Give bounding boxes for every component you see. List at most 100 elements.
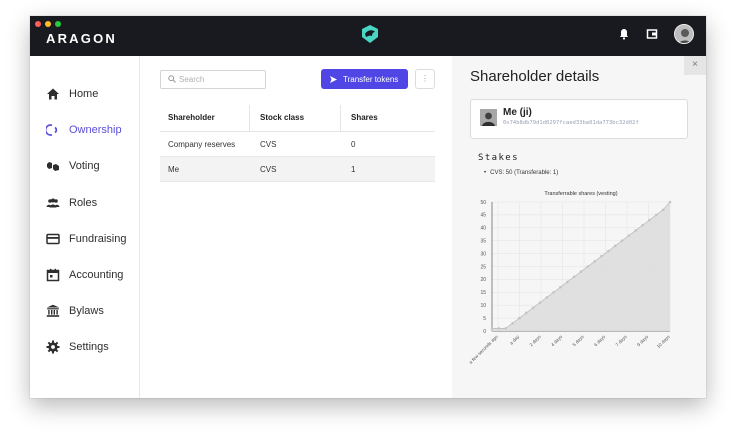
x-tick-label: a day — [509, 334, 521, 346]
more-options-button[interactable]: ⋮ — [415, 69, 435, 89]
data-point[interactable] — [518, 316, 521, 320]
data-point[interactable] — [579, 270, 583, 273]
table-header: Shareholder Stock class Shares — [160, 105, 435, 132]
data-point[interactable] — [655, 213, 658, 217]
data-point[interactable] — [559, 285, 562, 289]
search-box[interactable] — [160, 70, 266, 89]
header-shareholder[interactable]: Shareholder — [168, 113, 215, 122]
window-controls — [35, 21, 61, 27]
cell-shares: 1 — [351, 165, 356, 174]
header-stock-class[interactable]: Stock class — [260, 113, 304, 122]
avatar-photo-icon — [675, 25, 693, 43]
y-tick-label: 20 — [480, 277, 486, 283]
table-row[interactable]: Company reserves CVS 0 — [160, 132, 435, 157]
credit-card-icon — [46, 233, 60, 245]
user-avatar[interactable] — [674, 24, 694, 44]
home-icon — [47, 88, 59, 100]
data-point[interactable] — [504, 327, 507, 330]
data-point[interactable] — [552, 291, 555, 294]
data-point[interactable] — [538, 301, 542, 304]
data-point[interactable] — [566, 280, 569, 284]
institution-icon — [46, 304, 60, 317]
sidebar-item-ownership[interactable]: Ownership — [30, 118, 140, 142]
sidebar-item-home[interactable]: Home — [30, 82, 140, 106]
stakes-title: Stakes — [478, 153, 519, 163]
sidebar: Home Ownership Voting Roles Fundraising … — [30, 56, 140, 398]
sidebar-item-bylaws[interactable]: Bylaws — [30, 299, 140, 323]
data-point[interactable] — [634, 229, 638, 232]
x-tick-label: 9 days — [636, 334, 650, 348]
send-arrow-icon — [330, 75, 337, 83]
data-point[interactable] — [572, 275, 576, 279]
cell-stock-class: CVS — [260, 165, 277, 174]
bell-icon[interactable] — [618, 28, 630, 40]
sidebar-item-settings[interactable]: Settings — [30, 335, 140, 359]
data-point[interactable] — [648, 218, 651, 222]
y-tick-label: 40 — [480, 226, 486, 232]
sidebar-item-roles[interactable]: Roles — [30, 191, 140, 215]
cell-shareholder: Me — [168, 165, 180, 174]
data-point[interactable] — [490, 327, 494, 330]
data-point[interactable] — [593, 260, 596, 263]
data-point[interactable] — [511, 321, 514, 325]
data-point[interactable] — [668, 200, 672, 204]
column-divider — [340, 105, 341, 132]
sidebar-item-label: Accounting — [69, 269, 124, 281]
sidebar-item-label: Settings — [69, 341, 109, 353]
y-tick-label: 15 — [480, 290, 486, 296]
roles-icon — [46, 198, 60, 208]
sidebar-item-label: Bylaws — [69, 305, 104, 317]
top-bar: ARAGON — [30, 16, 706, 56]
data-point[interactable] — [600, 254, 603, 258]
y-tick-label: 45 — [480, 213, 486, 219]
sidebar-item-label: Ownership — [69, 124, 122, 136]
search-input[interactable] — [179, 73, 263, 86]
sidebar-item-accounting[interactable]: Accounting — [30, 263, 140, 287]
x-tick-label: 4 days — [550, 334, 564, 348]
y-tick-label: 30 — [480, 251, 486, 257]
data-point[interactable] — [497, 327, 501, 330]
table-row[interactable]: Me CVS 1 — [160, 157, 435, 182]
cell-stock-class: CVS — [260, 140, 277, 149]
y-tick-label: 35 — [480, 239, 486, 245]
x-tick-label: 6 days — [593, 334, 607, 348]
x-tick-label: 7 days — [615, 334, 629, 348]
stake-item: CVS: 50 (Transferable: 1) — [484, 170, 558, 176]
identity-name: Me (ji) — [503, 107, 532, 118]
voting-icon — [47, 162, 59, 171]
data-point[interactable] — [613, 244, 617, 248]
close-window-button[interactable] — [35, 21, 41, 27]
sidebar-item-label: Fundraising — [69, 233, 127, 245]
chart-title: Transferrable shares (vesting) — [544, 191, 617, 197]
close-panel-button[interactable]: × — [684, 56, 706, 75]
y-tick-label: 25 — [480, 264, 486, 270]
sidebar-item-label: Home — [69, 88, 99, 100]
header-shares[interactable]: Shares — [351, 113, 378, 122]
maximize-window-button[interactable] — [55, 21, 61, 27]
sidebar-item-fundraising[interactable]: Fundraising — [30, 227, 140, 251]
y-tick-label: 0 — [483, 329, 486, 335]
top-right-icons — [618, 24, 694, 44]
data-point[interactable] — [620, 239, 624, 242]
data-point[interactable] — [545, 296, 549, 299]
app-window: ARAGON Home Ownership Voting Roles Fundr… — [30, 16, 706, 398]
minimize-window-button[interactable] — [45, 21, 51, 27]
data-point[interactable] — [627, 234, 631, 237]
identity-address[interactable]: 0x74b8db79d1d0297fcaed33ba01da773bc32d02… — [503, 120, 639, 126]
data-point[interactable] — [641, 223, 644, 227]
data-point[interactable] — [531, 306, 535, 310]
x-tick-label: 5 days — [572, 334, 586, 348]
gear-icon — [46, 340, 60, 354]
data-point[interactable] — [524, 311, 528, 315]
data-point[interactable] — [661, 208, 665, 212]
transfer-tokens-label: Transfer tokens — [343, 74, 399, 84]
transfer-tokens-button[interactable]: Transfer tokens — [321, 69, 408, 89]
wallet-icon[interactable] — [646, 28, 658, 40]
column-divider — [249, 105, 250, 132]
identity-card: Me (ji) 0x74b8db79d1d0297fcaed33ba01da77… — [470, 99, 688, 139]
calendar-icon — [46, 268, 60, 282]
cell-shareholder: Company reserves — [168, 140, 236, 149]
data-point[interactable] — [607, 249, 610, 253]
data-point[interactable] — [586, 265, 590, 268]
sidebar-item-voting[interactable]: Voting — [30, 154, 140, 178]
